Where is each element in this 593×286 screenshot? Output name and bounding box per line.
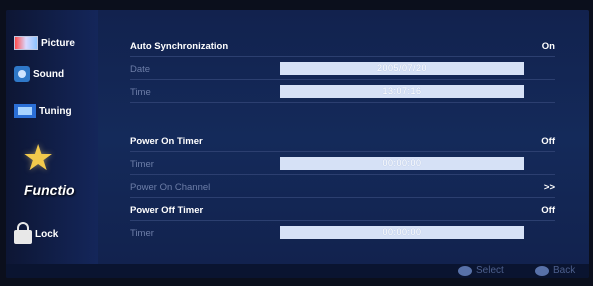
lock-icon xyxy=(14,222,32,244)
timer-label: Timer xyxy=(130,159,154,170)
power-on-channel-row[interactable]: Power On Channel >> xyxy=(130,178,555,196)
power-on-channel-label: Power On Channel xyxy=(130,182,211,193)
power-off-timer-row[interactable]: Power Off Timer Off xyxy=(130,201,555,219)
select-label: Select xyxy=(476,265,504,276)
sidebar-item-label: Tuning xyxy=(39,105,72,117)
date-field[interactable]: 2005/07/20 xyxy=(280,62,524,75)
tuning-icon xyxy=(14,104,36,118)
time-field[interactable]: 13:07:16 xyxy=(280,85,524,98)
power-on-timer-label: Power On Timer xyxy=(130,136,203,147)
timer-field[interactable]: 00:00:00 xyxy=(280,226,524,239)
sidebar-item-picture[interactable]: Picture xyxy=(14,36,75,50)
sidebar-item-tuning[interactable]: Tuning xyxy=(14,104,72,118)
sidebar-item-label: Lock xyxy=(35,228,59,240)
power-on-timer-value: Off xyxy=(541,136,555,147)
time-label: Time xyxy=(130,87,151,98)
sidebar-item-label: Sound xyxy=(33,68,65,80)
power-on-channel-arrow: >> xyxy=(543,182,555,193)
back-hint: Back xyxy=(535,265,575,276)
auto-sync-row[interactable]: Auto Synchronization On xyxy=(130,37,555,55)
divider xyxy=(130,79,555,80)
date-row[interactable]: Date 2005/07/20 xyxy=(130,60,555,78)
sidebar-item-function[interactable]: ★ Functio xyxy=(12,138,96,206)
tv-menu-screen: Picture Sound Tuning ★ Functio Lock Auto… xyxy=(6,10,589,278)
function-settings-panel: Auto Synchronization On Date 2005/07/20 … xyxy=(98,10,589,266)
divider xyxy=(130,56,555,57)
select-button-icon xyxy=(458,265,472,276)
footer-hint-bar: Select Back xyxy=(6,264,589,278)
divider xyxy=(130,174,555,175)
divider xyxy=(130,151,555,152)
auto-sync-value: On xyxy=(541,41,555,52)
power-off-timer-label: Power Off Timer xyxy=(130,205,204,216)
sidebar-item-sound[interactable]: Sound xyxy=(14,66,64,82)
power-on-timer-row[interactable]: Power On Timer Off xyxy=(130,132,555,150)
timer-label: Timer xyxy=(130,228,154,239)
power-on-timer-time-row[interactable]: Timer 00:00:00 xyxy=(130,155,555,173)
sidebar-item-label: Picture xyxy=(41,37,75,49)
picture-icon xyxy=(14,36,38,50)
power-off-timer-value: Off xyxy=(541,205,555,216)
date-label: Date xyxy=(130,64,151,75)
select-hint: Select xyxy=(458,265,504,276)
sidebar-item-label: Functio xyxy=(24,182,75,198)
time-row[interactable]: Time 13:07:16 xyxy=(130,83,555,101)
sidebar-item-lock[interactable]: Lock xyxy=(14,222,59,244)
back-button-icon xyxy=(535,265,549,276)
auto-sync-label: Auto Synchronization xyxy=(130,41,229,52)
power-off-timer-time-row[interactable]: Timer 00:00:00 xyxy=(130,224,555,242)
divider xyxy=(130,102,555,103)
star-icon: ★ xyxy=(22,137,55,178)
divider xyxy=(130,220,555,221)
sidebar: Picture Sound Tuning ★ Functio Lock xyxy=(6,10,98,278)
back-label: Back xyxy=(553,265,576,276)
sound-icon xyxy=(14,66,30,82)
timer-field[interactable]: 00:00:00 xyxy=(280,157,524,170)
divider xyxy=(130,197,555,198)
